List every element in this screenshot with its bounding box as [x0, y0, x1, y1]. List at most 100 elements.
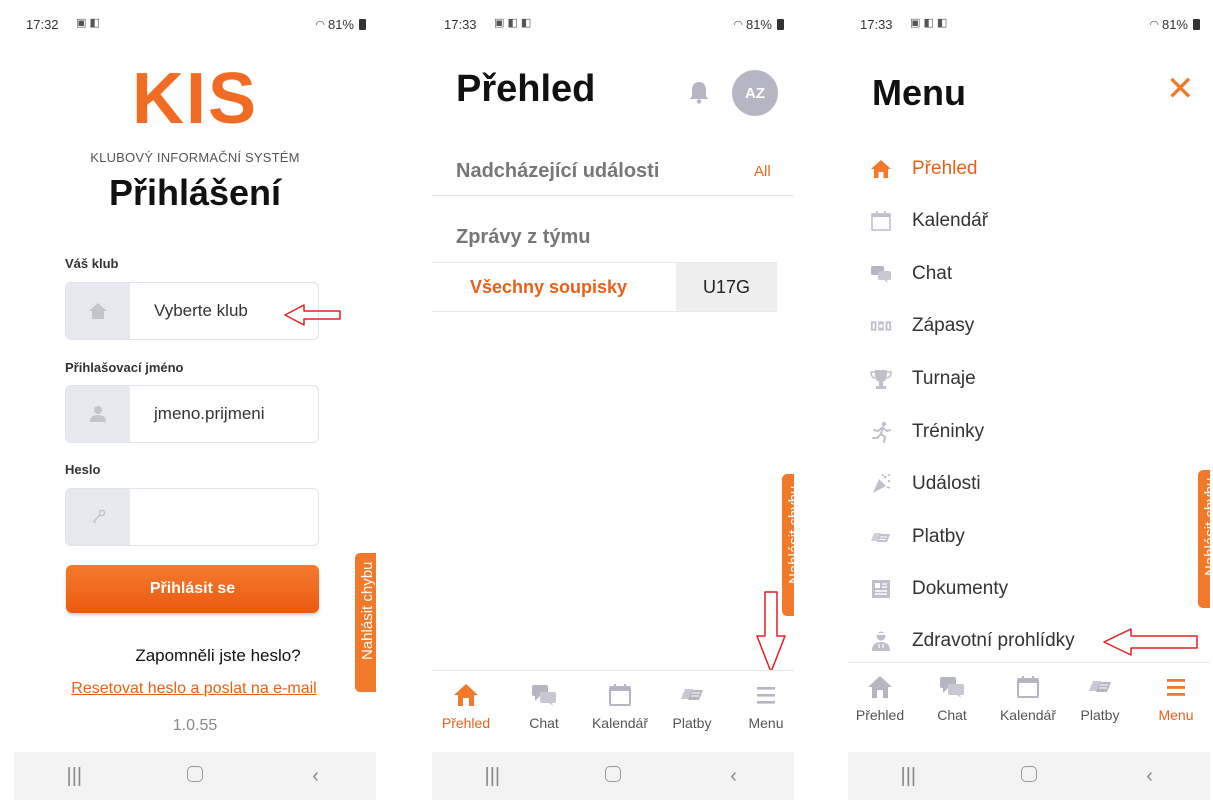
- wifi-icon: ◠: [315, 19, 325, 31]
- menu-item-matches[interactable]: Zápasy: [870, 311, 974, 341]
- login-button[interactable]: Přihlásit se: [66, 565, 319, 613]
- annotation-arrow: [284, 304, 341, 326]
- username-label: Přihlašovací jméno: [65, 360, 184, 375]
- back-icon[interactable]: ‹: [286, 765, 346, 788]
- notification-icons: ▣ ◧: [76, 17, 100, 29]
- tab-calendar[interactable]: Kalendář: [586, 681, 654, 731]
- tab-chat[interactable]: Chat: [918, 673, 986, 723]
- menu-item-label: Události: [912, 473, 981, 494]
- wifi-icon: ◠: [1149, 19, 1159, 31]
- all-rosters-tab[interactable]: Všechny soupisky: [470, 277, 627, 298]
- menu-item-documents[interactable]: Dokumenty: [870, 574, 1008, 604]
- home-icon: [868, 676, 892, 698]
- status-bar: 17:32 ▣ ◧ ◠ 81%: [14, 0, 376, 44]
- status-right: ◠ 81%: [1149, 17, 1200, 32]
- wifi-icon: ◠: [733, 19, 743, 31]
- doctor-icon: [870, 630, 892, 652]
- tab-label: Menu: [748, 715, 784, 731]
- calendar-icon: [609, 684, 631, 706]
- report-bug-label: Nahlásit chybu: [786, 485, 794, 584]
- report-bug-tab[interactable]: Nahlásit chybu: [355, 553, 376, 692]
- report-bug-label: Nahlásit chybu: [1202, 477, 1210, 576]
- roster-selector: Všechny soupisky U17G: [432, 262, 777, 312]
- chat-icon: [940, 677, 964, 698]
- menu-item-label: Zápasy: [912, 315, 975, 336]
- menu-item-tournaments[interactable]: Turnaje: [870, 364, 976, 394]
- app-version: 1.0.55: [172, 717, 218, 734]
- menu-icon: [757, 687, 775, 704]
- battery-level: 81%: [1161, 17, 1188, 32]
- battery-icon: [359, 19, 366, 30]
- status-right: ◠ 81%: [733, 17, 784, 32]
- android-nav-bar: ||| ‹: [848, 752, 1210, 800]
- upcoming-events-heading: Nadcházející události: [456, 160, 660, 182]
- tab-label: Kalendář: [591, 715, 649, 731]
- recents-icon[interactable]: |||: [878, 765, 938, 788]
- avatar[interactable]: AZ: [732, 70, 778, 116]
- overview-screen: 17:33 ▣ ◧ ◧ ◠ 81% Přehled AZ Nadcházejíc…: [432, 0, 794, 800]
- app-subtitle: KLUBOVÝ INFORMAČNÍ SYSTÉM: [90, 150, 300, 165]
- recents-icon[interactable]: |||: [44, 765, 104, 788]
- menu-item-trainings[interactable]: Tréninky: [870, 417, 984, 447]
- chat-icon: [532, 685, 556, 706]
- annotation-arrow: [1103, 628, 1198, 656]
- home-icon: [454, 684, 478, 706]
- team-tab[interactable]: U17G: [676, 263, 777, 311]
- menu-item-label: Kalendář: [912, 210, 989, 231]
- home-nav-icon[interactable]: [583, 765, 643, 788]
- battery-icon: [777, 19, 784, 30]
- menu-item-calendar[interactable]: Kalendář: [870, 206, 988, 236]
- bell-icon[interactable]: [688, 80, 710, 104]
- battery-level: 81%: [327, 17, 354, 32]
- tab-payments[interactable]: Platby: [1066, 673, 1134, 723]
- recents-icon[interactable]: |||: [462, 765, 522, 788]
- menu-item-medical-checks[interactable]: Zdravotní prohlídky: [870, 626, 1075, 656]
- tab-overview[interactable]: Přehled: [848, 673, 914, 723]
- report-bug-label: Nahlásit chybu: [359, 561, 376, 660]
- documents-icon: [870, 578, 892, 600]
- menu-item-payments[interactable]: Platby: [870, 522, 965, 552]
- tab-label: Přehled: [855, 707, 905, 723]
- status-bar: 17:33 ▣ ◧ ◧ ◠ 81%: [432, 0, 794, 44]
- tab-calendar[interactable]: Kalendář: [994, 673, 1062, 723]
- home-icon: [66, 283, 130, 339]
- menu-item-label: Tréninky: [912, 421, 985, 442]
- menu-item-label: Turnaje: [912, 368, 976, 389]
- payments-icon: [870, 526, 892, 548]
- team-news-heading: Zprávy z týmu: [456, 226, 591, 248]
- status-bar: 17:33 ▣ ◧ ◧ ◠ 81%: [848, 0, 1210, 44]
- tab-payments[interactable]: Platby: [658, 681, 726, 731]
- user-icon: [66, 386, 130, 442]
- trophy-icon: [870, 368, 892, 390]
- status-time: 17:32: [26, 17, 59, 32]
- back-icon[interactable]: ‹: [1120, 765, 1180, 788]
- tab-label: Platby: [672, 715, 712, 731]
- menu-item-overview[interactable]: Přehled: [870, 154, 978, 184]
- club-select[interactable]: Vyberte klub: [65, 282, 319, 340]
- close-icon[interactable]: ✕: [1166, 72, 1195, 106]
- events-icon: [870, 473, 892, 495]
- home-nav-icon[interactable]: [999, 765, 1059, 788]
- menu-item-chat[interactable]: Chat: [870, 259, 952, 289]
- status-time: 17:33: [444, 17, 477, 32]
- tab-menu[interactable]: Menu: [1142, 673, 1210, 723]
- menu-item-events[interactable]: Události: [870, 469, 981, 499]
- forgot-password-text: Zapomněli jste heslo?: [135, 646, 301, 665]
- calendar-icon: [1017, 676, 1039, 698]
- password-field[interactable]: [65, 488, 319, 546]
- home-nav-icon[interactable]: [165, 765, 225, 788]
- all-events-link[interactable]: All: [754, 163, 771, 180]
- home-icon: [870, 158, 892, 180]
- tab-overview[interactable]: Přehled: [432, 681, 500, 731]
- tab-label: Přehled: [441, 715, 491, 731]
- annotation-arrow: [756, 591, 786, 673]
- tab-chat[interactable]: Chat: [510, 681, 578, 731]
- chat-icon: [870, 263, 892, 285]
- username-field[interactable]: jmeno.prijmeni: [65, 385, 319, 443]
- reset-password-link[interactable]: Resetovat heslo a poslat na e-mail: [44, 680, 344, 698]
- report-bug-tab[interactable]: Nahlásit chybu: [1198, 470, 1210, 608]
- key-icon: [66, 489, 130, 545]
- back-icon[interactable]: ‹: [704, 765, 764, 788]
- login-screen: 17:32 ▣ ◧ ◠ 81% KIS KLUBOVÝ INFORMAČNÍ S…: [14, 0, 376, 800]
- tab-menu[interactable]: Menu: [732, 681, 794, 731]
